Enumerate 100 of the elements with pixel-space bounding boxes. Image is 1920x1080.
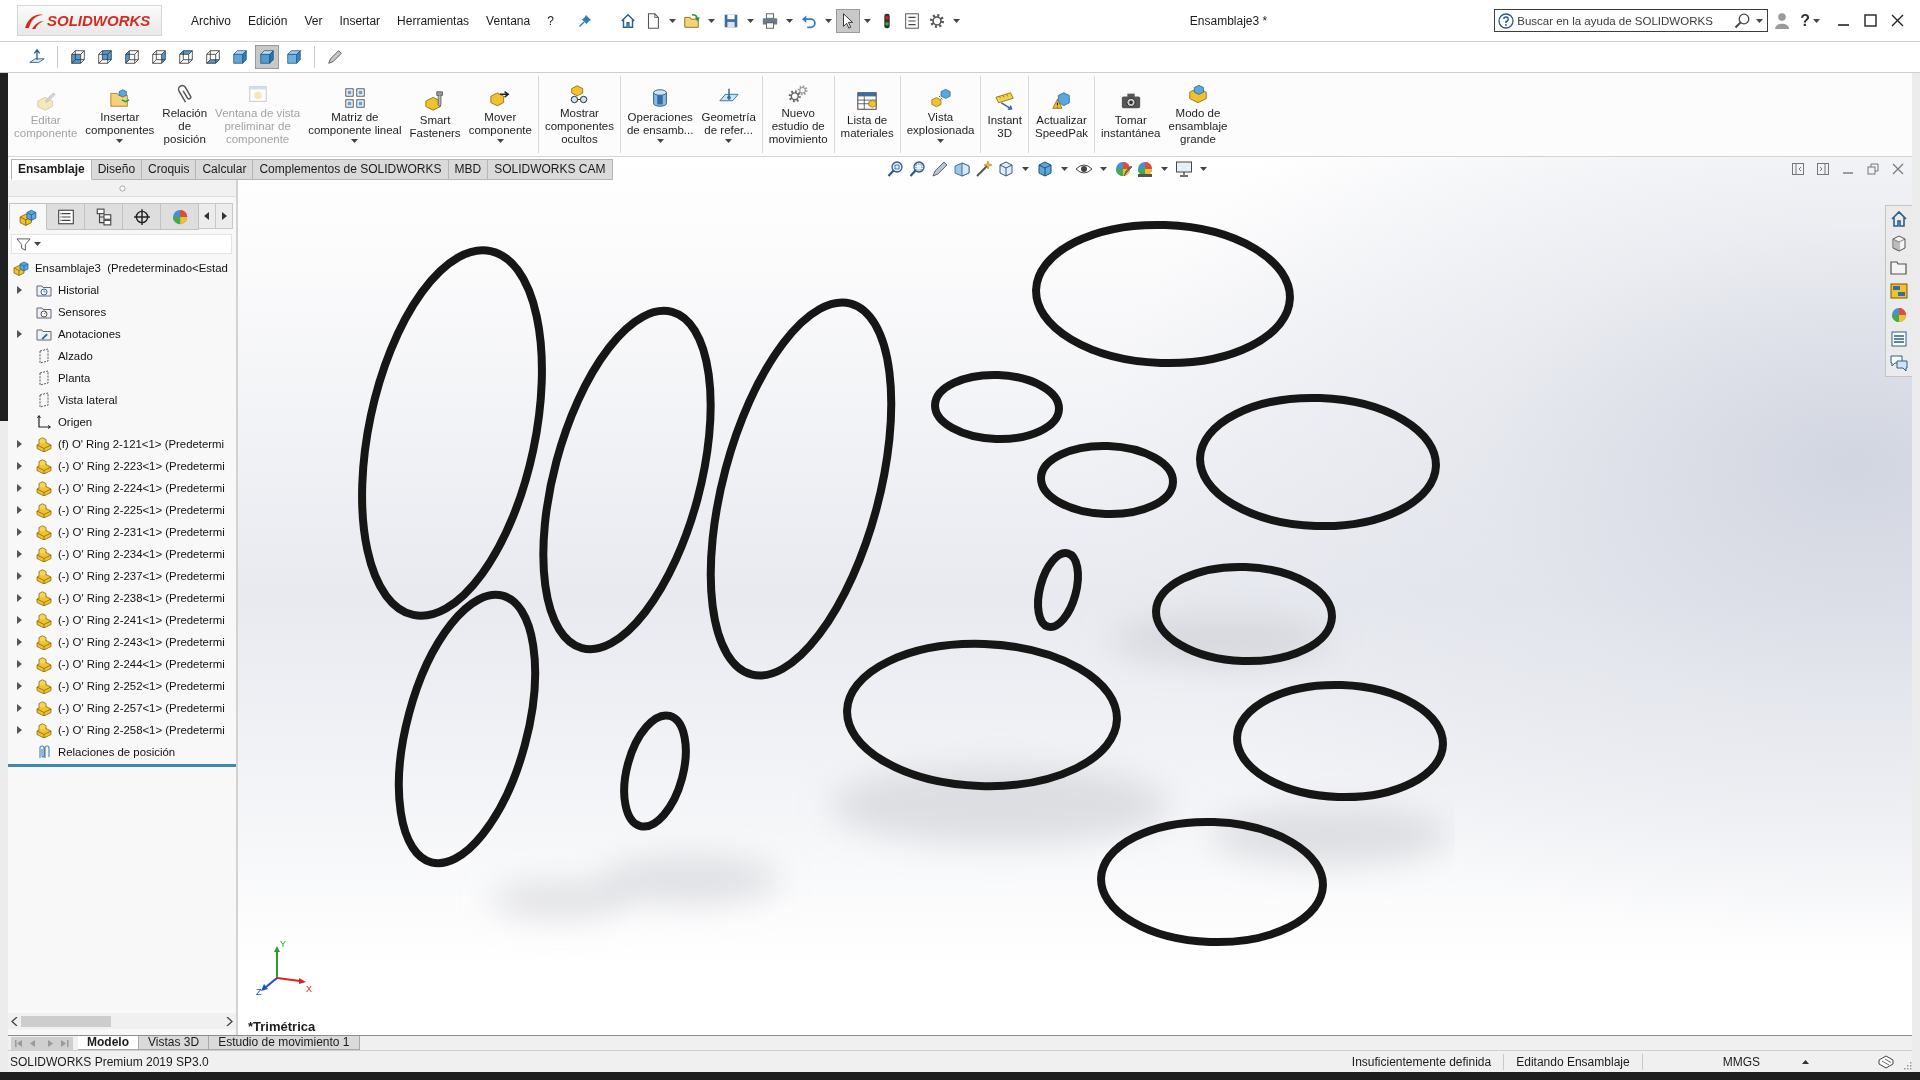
tree-item[interactable]: (-) O' Ring 2-252<1> (Predetermi — [14, 675, 225, 697]
caret-icon[interactable] — [1022, 166, 1029, 171]
menu-item[interactable]: Ver — [304, 13, 323, 28]
split-right-icon[interactable] — [1817, 162, 1829, 175]
caret-icon[interactable] — [116, 138, 124, 143]
cube-icon[interactable] — [997, 159, 1015, 178]
ribbon-button[interactable]: Relación de posición — [158, 76, 212, 153]
scrollbar-thumb[interactable] — [21, 1015, 111, 1027]
tree-item[interactable]: Alzado — [14, 345, 93, 367]
caret-icon[interactable] — [668, 18, 676, 23]
caret-icon[interactable] — [746, 18, 754, 23]
restore-icon[interactable] — [1867, 162, 1879, 175]
ribbon-button[interactable]: Mover componente — [464, 76, 536, 153]
ribbon-button[interactable]: Insertar componentes — [81, 76, 159, 153]
zoom-fit-icon[interactable] — [887, 159, 905, 178]
caret-up-icon[interactable] — [1802, 1059, 1809, 1064]
search-field[interactable]: Buscar en la ayuda de SOLIDWORKS — [1517, 14, 1732, 27]
ribbon-button[interactable]: Mostrar componentes ocultos — [540, 76, 618, 153]
close-icon[interactable] — [1891, 14, 1904, 27]
bottom-tab[interactable]: Modelo — [78, 1036, 139, 1050]
scroll-right-icon[interactable] — [226, 1016, 233, 1026]
manager-tab[interactable] — [47, 203, 85, 230]
manager-tab[interactable] — [123, 203, 161, 230]
tree-item[interactable]: (-) O' Ring 2-241<1> (Predetermi — [14, 609, 225, 631]
caret-icon[interactable] — [824, 18, 832, 23]
caret-icon[interactable] — [351, 138, 359, 143]
expand-arrow-icon[interactable] — [16, 506, 22, 514]
resize-grip-icon[interactable] — [1903, 1061, 1912, 1070]
expand-arrow-icon[interactable] — [16, 594, 22, 602]
menu-item[interactable]: ? — [547, 13, 554, 28]
ribbon-button[interactable]: Lista de materiales — [836, 76, 898, 153]
ribbon-button[interactable]: Instant 3D — [983, 76, 1026, 153]
tree-item[interactable]: Historial — [14, 279, 100, 301]
caret-icon[interactable] — [656, 138, 664, 143]
chart-panel-icon[interactable] — [1888, 280, 1910, 302]
tree-item[interactable]: Origen — [14, 411, 93, 433]
tree-item[interactable]: (-) O' Ring 2-234<1> (Predetermi — [14, 543, 225, 565]
list-icon[interactable] — [1888, 328, 1910, 350]
caret-icon[interactable] — [785, 18, 793, 23]
bottom-tab[interactable]: Vistas 3D — [139, 1036, 210, 1050]
tree-filter-field[interactable] — [11, 234, 232, 254]
caret-icon[interactable] — [1161, 166, 1168, 171]
ribbon-button[interactable]: Smart Fasteners — [405, 76, 465, 153]
bottom-tab[interactable]: Estudio de movimiento 1 — [209, 1036, 360, 1050]
expand-arrow-icon[interactable] — [16, 726, 22, 734]
pen-icon[interactable] — [931, 159, 949, 178]
command-tab[interactable]: MBD — [448, 159, 489, 180]
color-ball-icon[interactable] — [1136, 159, 1154, 178]
tree-item[interactable]: Anotaciones — [14, 323, 121, 345]
search-box[interactable]: Buscar en la ayuda de SOLIDWORKS — [1494, 9, 1769, 32]
manager-tab[interactable] — [85, 203, 123, 230]
caret-icon[interactable] — [952, 18, 960, 23]
units-selector[interactable]: MMGS — [1722, 1054, 1760, 1069]
expand-arrow-icon[interactable] — [16, 286, 22, 294]
tree-item[interactable]: Vista lateral — [14, 389, 118, 411]
horizontal-scrollbar[interactable] — [8, 1013, 236, 1029]
command-tab[interactable]: Ensamblaje — [11, 159, 92, 180]
menu-item[interactable]: Ventana — [486, 13, 531, 28]
help-circle-icon[interactable] — [1498, 12, 1515, 29]
tree-item[interactable]: (-) O' Ring 2-237<1> (Predetermi — [14, 565, 225, 587]
split-left-icon[interactable] — [1792, 162, 1804, 175]
tree-item[interactable]: (-) O' Ring 2-224<1> (Predetermi — [14, 477, 225, 499]
tree-item[interactable]: (-) O' Ring 2-257<1> (Predetermi — [14, 697, 225, 719]
scroll-left-icon[interactable] — [11, 1016, 18, 1026]
ribbon-button[interactable]: Actualizar SpeedPak — [1030, 76, 1093, 153]
command-tab[interactable]: SOLIDWORKS CAM — [488, 159, 613, 180]
tree-item[interactable]: (-) O' Ring 2-244<1> (Predetermi — [14, 653, 225, 675]
ribbon-button[interactable]: Tomar instantánea — [1097, 76, 1165, 153]
ribbon-button[interactable]: Vista explosionada — [902, 76, 979, 153]
caret-icon[interactable] — [1813, 18, 1820, 23]
expand-arrow-icon[interactable] — [16, 330, 22, 338]
tree-item[interactable]: Ensamblaje3 (Predeterminado<Estad — [8, 257, 228, 279]
menu-item[interactable]: Edición — [248, 13, 288, 28]
tree-item[interactable]: (f) O' Ring 2-121<1> (Predetermi — [14, 433, 225, 455]
expand-arrow-icon[interactable] — [16, 682, 22, 690]
tree-item[interactable]: Relaciones de posición — [14, 741, 176, 763]
caret-icon[interactable] — [1200, 166, 1207, 171]
ribbon-button[interactable]: Nuevo estudio de movimiento — [764, 76, 832, 153]
caret-icon[interactable] — [34, 242, 41, 246]
help-button[interactable]: ? — [1800, 11, 1810, 30]
zoom-area-icon[interactable] — [909, 159, 927, 178]
tag-icon[interactable] — [1877, 1053, 1895, 1070]
caret-icon[interactable] — [496, 138, 504, 143]
tree-item[interactable]: Sensores — [14, 301, 107, 323]
ribbon-button[interactable]: Geometría de refer... — [697, 76, 760, 153]
ribbon-button[interactable]: Operaciones de ensamb... — [622, 76, 698, 153]
command-tab[interactable]: Complementos de SOLIDWORKS — [253, 159, 449, 180]
chat-icon[interactable] — [1888, 352, 1910, 374]
tree-item[interactable]: Planta — [14, 367, 91, 389]
user-icon[interactable] — [1774, 12, 1791, 29]
ribbon-button[interactable]: Modo de ensamblaje grande — [1164, 76, 1232, 153]
wand-icon[interactable] — [975, 159, 993, 178]
search-icon[interactable] — [1734, 12, 1751, 29]
tree-item[interactable]: (-) O' Ring 2-258<1> (Predetermi — [14, 719, 225, 741]
expand-arrow-icon[interactable] — [16, 660, 22, 668]
menu-item[interactable]: Archivo — [191, 13, 231, 28]
command-tab[interactable]: Calcular — [196, 159, 254, 180]
ribbon-button[interactable]: Matriz de componente lineal — [304, 76, 406, 153]
pin-icon[interactable] — [577, 13, 592, 28]
section-cube-icon[interactable] — [953, 159, 971, 178]
